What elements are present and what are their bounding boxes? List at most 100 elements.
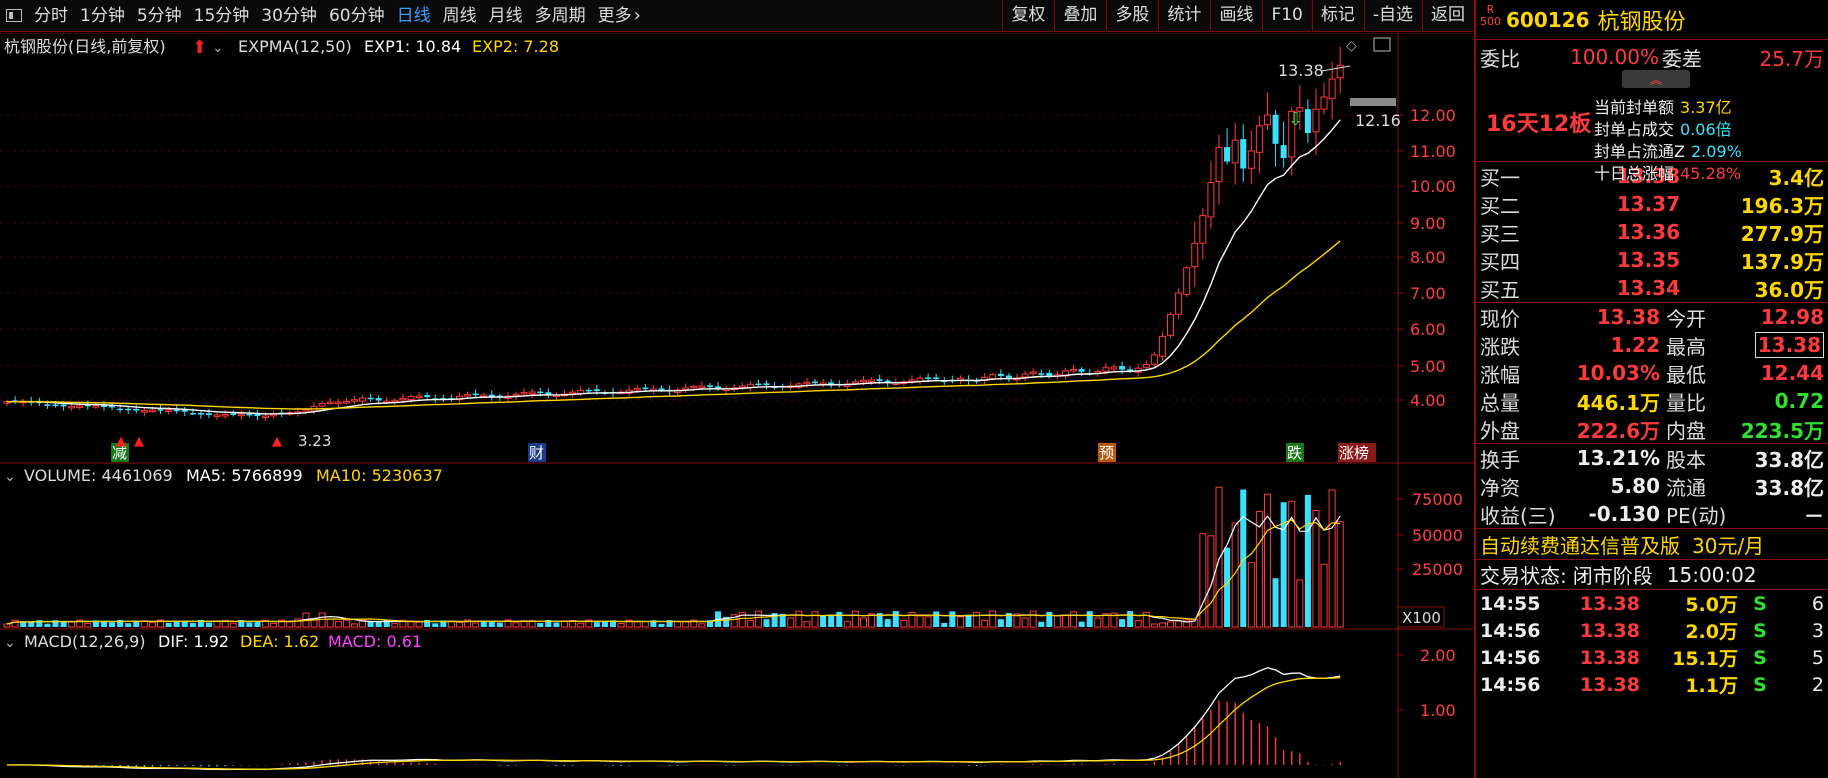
toolbar-right-buttons: 复权 叠加 多股 统计 画线 F10 标记 -自选 返回 [1002, 0, 1474, 32]
volume-bar [1280, 502, 1287, 627]
volume-ma10-line [6, 519, 1341, 625]
trade-status: 闭市阶段 [1572, 564, 1653, 588]
volume-bar [1167, 621, 1175, 628]
volume-bar [1061, 615, 1069, 628]
collapse-button[interactable]: ︽ [1622, 70, 1690, 88]
weicha-label: 委差 [1662, 46, 1702, 71]
price-gridlines [0, 114, 1398, 401]
toolbar-button[interactable]: 多股 [1106, 0, 1159, 32]
layout-toggle-icon[interactable] [0, 0, 28, 32]
period-tab[interactable]: 更多 [592, 0, 638, 32]
candle-body [407, 396, 415, 401]
period-tab[interactable]: 5分钟 [131, 0, 188, 32]
candle-body [157, 409, 164, 411]
candle-body [933, 377, 940, 380]
trade-ticker[interactable]: 14:55 13.38 5.0万 S 6 14:56 13.38 2.0万 S 3 14:56 13.… [1476, 590, 1828, 698]
seal-key: 十日总涨幅 [1594, 164, 1675, 183]
marker-limit-up[interactable]: 涨榜 [1339, 444, 1369, 462]
trade-count: 6 [1811, 592, 1824, 615]
chevron-right-icon[interactable]: › [634, 0, 641, 32]
candle-body [302, 409, 310, 412]
period-tab[interactable]: 月线 [483, 0, 529, 32]
candle-body [464, 393, 472, 397]
low-price-label: 3.23 [298, 432, 331, 450]
toolbar-button[interactable]: 返回 [1422, 0, 1474, 32]
volume-bar [795, 610, 803, 628]
candle-body [375, 398, 382, 401]
toolbar-button[interactable]: 叠加 [1054, 0, 1107, 32]
candle-body [682, 387, 690, 391]
stock-name[interactable]: 杭钢股份 [1598, 4, 1686, 36]
volume-bar [1304, 494, 1311, 627]
trade-count: 2 [1811, 673, 1824, 696]
period-tab[interactable]: 多周期 [529, 0, 592, 32]
toolbar-button[interactable]: -自选 [1363, 0, 1422, 32]
exp2-value: EXP2: 7.28 [472, 37, 559, 56]
toolbar-button[interactable]: 统计 [1158, 0, 1211, 32]
volume-bar [28, 621, 35, 627]
candle-body [367, 397, 374, 400]
trade-price: 13.38 [1579, 646, 1640, 669]
price-tick-label: 7.00 [1410, 284, 1446, 303]
candle-body [868, 379, 876, 383]
dropdown-icon[interactable]: ⌄ [212, 40, 224, 56]
bid-row[interactable]: 买二 13.37 196.3万 [1476, 190, 1828, 218]
volume-bar [1094, 617, 1102, 628]
indicator-name[interactable]: EXPMA(12,50) [238, 37, 352, 56]
period-tab[interactable]: 15分钟 [188, 0, 256, 32]
volume-bar [229, 622, 237, 628]
candle-body [1328, 78, 1336, 99]
dropdown-icon[interactable]: ⌄ [4, 469, 16, 485]
period-tab[interactable]: 30分钟 [255, 0, 323, 32]
period-tab[interactable]: 分时 [28, 0, 74, 32]
bid-volume: 36.0万 [1754, 277, 1824, 302]
bid-row[interactable]: 买五 13.34 36.0万 [1476, 274, 1828, 302]
candle-body [237, 413, 245, 417]
marker-forecast[interactable]: 预 [1099, 444, 1114, 462]
candle-body [593, 389, 600, 392]
stats-label: PE(动) [1666, 503, 1727, 528]
volume-bar [1312, 510, 1320, 628]
seal-line: 封单占成交 0.06倍 [1594, 116, 1732, 140]
bid-row[interactable]: 买四 13.35 137.9万 [1476, 246, 1828, 274]
pane-toggle-icon[interactable] [1373, 37, 1391, 52]
candle-body [1029, 371, 1037, 375]
candle-body [1175, 292, 1183, 315]
trade-count: 3 [1811, 619, 1824, 642]
candle-body [391, 399, 399, 403]
volume-bar [1070, 611, 1078, 628]
toolbar-button[interactable]: F10 [1262, 0, 1312, 32]
period-tab[interactable]: 周线 [437, 0, 483, 32]
trade-volume: 2.0万 [1685, 621, 1738, 643]
quote-panel: R 500 600126 杭钢股份 委比 100.00% 委差 25.7万 ︽ … [1474, 0, 1828, 778]
diamond-icon[interactable]: ◇ [1346, 38, 1357, 54]
volume-bar [109, 622, 116, 627]
kline-chart-area[interactable]: 杭钢股份(日线,前复权) ⬆ ⌄ EXPMA(12,50) EXP1: 10.8… [0, 32, 1474, 778]
marker-fall[interactable]: 跌 [1287, 444, 1302, 462]
toolbar-button[interactable]: 标记 [1311, 0, 1364, 32]
toolbar-button[interactable]: 复权 [1002, 0, 1055, 32]
bid-row[interactable]: 买三 13.36 277.9万 [1476, 218, 1828, 246]
volume-bar [1038, 621, 1045, 627]
candle-body [399, 397, 407, 401]
period-tab[interactable]: 60分钟 [323, 0, 391, 32]
volume-bar [916, 614, 924, 628]
candle-body [545, 392, 552, 395]
candle-body [1119, 366, 1126, 370]
period-tab[interactable]: 日线 [391, 0, 437, 32]
candle-body [44, 404, 51, 406]
dropdown-icon[interactable]: ⌄ [4, 635, 16, 651]
marker-finance[interactable]: 财 [529, 444, 544, 462]
macd-axis: 2.00 1.00 [1398, 646, 1456, 720]
volume-bar [375, 621, 382, 627]
trade-side: S [1753, 592, 1767, 615]
candle-body [1280, 145, 1287, 158]
candle-body [706, 385, 713, 388]
up-arrow-icon: ⬆ [192, 37, 207, 58]
toolbar-button[interactable]: 画线 [1210, 0, 1263, 32]
subscription-ad[interactable]: 自动续费通达信普及版 30元/月 [1476, 528, 1828, 560]
volume-bar [189, 622, 196, 627]
period-tab[interactable]: 1分钟 [74, 0, 131, 32]
kline-chart-svg[interactable]: 杭钢股份(日线,前复权) ⬆ ⌄ EXPMA(12,50) EXP1: 10.8… [0, 32, 1474, 778]
bid-price: 13.37 [1616, 192, 1680, 216]
